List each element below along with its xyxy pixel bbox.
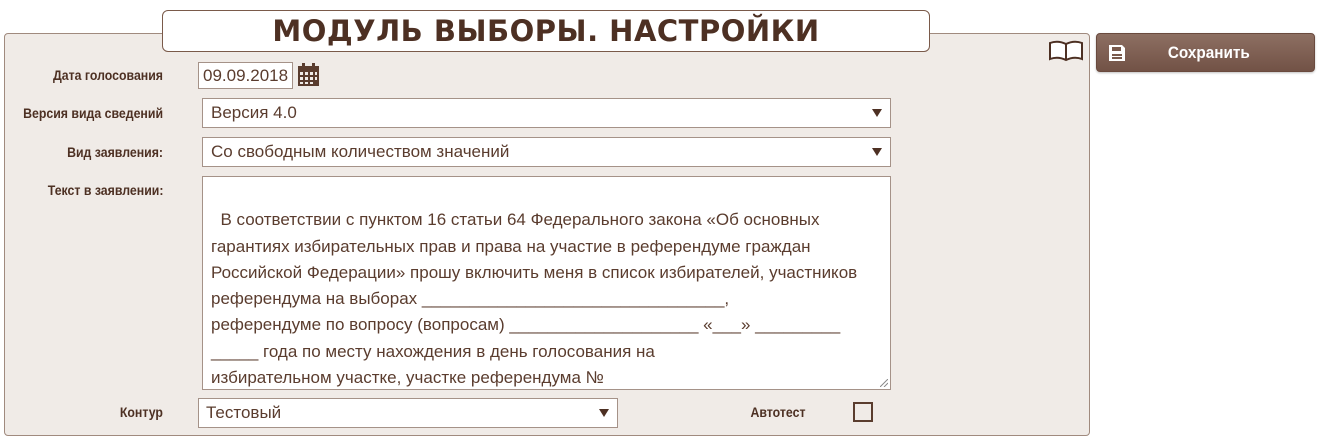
contour-label: Контур: [119, 404, 163, 420]
contour-value: Тестовый: [206, 403, 282, 422]
chevron-down-icon: [599, 409, 609, 417]
statement-type-value: Со свободным количеством значений: [211, 142, 510, 161]
statement-text-label: Текст в заявлении:: [47, 182, 163, 198]
save-icon: [1107, 43, 1127, 63]
vote-date-label: Дата голосования: [53, 67, 163, 83]
info-version-select[interactable]: Версия 4.0: [202, 98, 891, 128]
save-button-label: Сохранить: [1167, 42, 1250, 62]
chevron-down-icon: [872, 109, 882, 117]
statement-text-area[interactable]: В соответствии с пунктом 16 статьи 64 Фе…: [202, 176, 891, 390]
statement-type-label: Вид заявления:: [67, 144, 163, 160]
page-title: МОДУЛЬ ВЫБОРЫ. НАСТРОЙКИ: [162, 10, 930, 52]
autotest-checkbox[interactable]: [853, 402, 873, 422]
calendar-icon[interactable]: [297, 63, 320, 87]
contour-select[interactable]: Тестовый: [198, 398, 618, 428]
resize-grip-icon[interactable]: [880, 379, 888, 387]
autotest-label: Автотест: [750, 404, 806, 420]
chevron-down-icon: [872, 148, 882, 156]
vote-date-input[interactable]: 09.09.2018: [198, 62, 293, 89]
statement-text-value: В соответствии с пунктом 16 статьи 64 Фе…: [211, 210, 858, 388]
save-button[interactable]: Сохранить: [1096, 33, 1315, 72]
info-version-value: Версия 4.0: [211, 103, 297, 122]
book-icon[interactable]: [1048, 40, 1084, 62]
statement-type-select[interactable]: Со свободным количеством значений: [202, 137, 891, 167]
info-version-label: Версия вида сведений: [23, 105, 163, 121]
